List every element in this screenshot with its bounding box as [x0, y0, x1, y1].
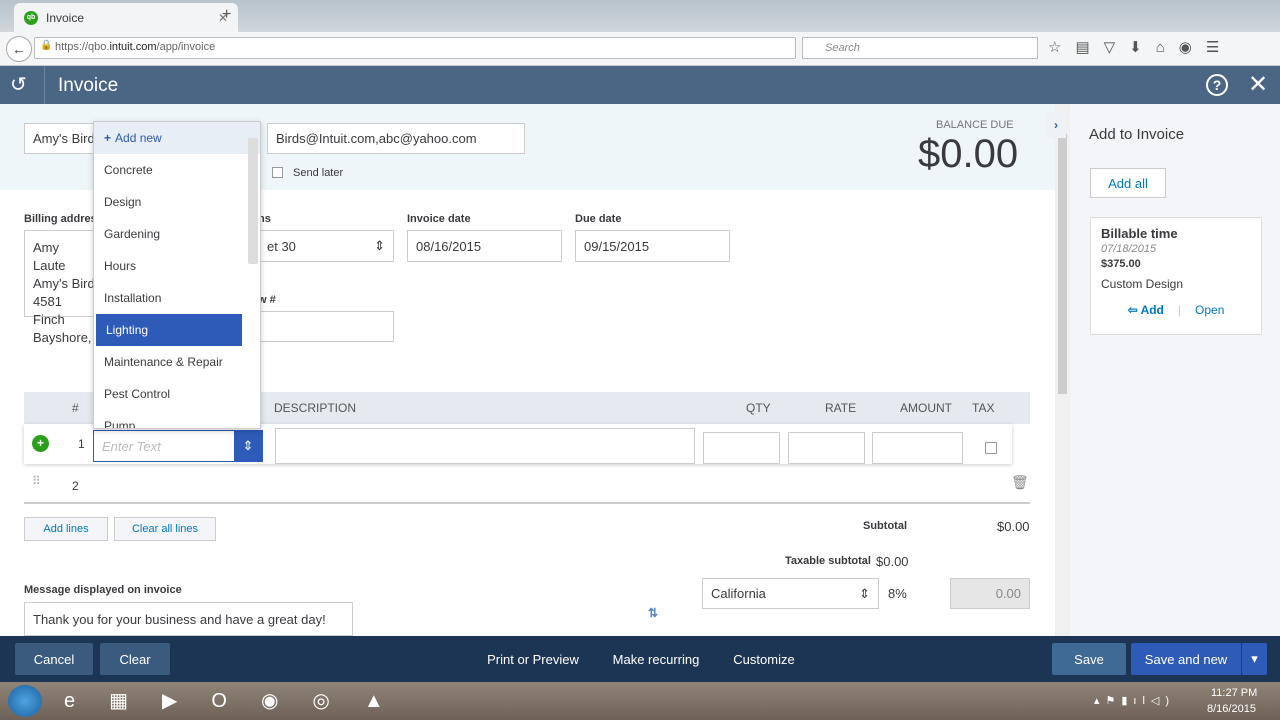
- print-preview-button[interactable]: Print or Preview: [478, 643, 588, 675]
- tax-rate-select[interactable]: California ⇕: [702, 578, 879, 609]
- help-icon[interactable]: ?: [1206, 74, 1228, 96]
- add-lines-button[interactable]: Add lines: [24, 517, 108, 541]
- clear-lines-button[interactable]: Clear all lines: [114, 517, 216, 541]
- windows-taskbar: e▦▶O◉◎▲ ▴⚑▮ıl◁) 11:27 PM 8/16/2015: [0, 682, 1280, 720]
- start-button[interactable]: [8, 685, 42, 717]
- add-new-option[interactable]: + Add new: [94, 122, 260, 154]
- add-all-button[interactable]: Add all: [1090, 168, 1166, 198]
- description-field[interactable]: [275, 428, 695, 464]
- collapse-panel-icon[interactable]: ›: [1046, 112, 1066, 138]
- app-header: ↺ Invoice ? ✕: [0, 66, 1280, 104]
- drag-handle-icon[interactable]: ⠿: [32, 474, 41, 488]
- lock-icon: 🔒: [40, 40, 53, 51]
- browser-icons: ☆▤▽⬇⌂◉☰: [1048, 39, 1234, 56]
- dropdown-option[interactable]: Pest Control: [94, 378, 260, 410]
- table-row[interactable]: + 1 Enter Text ⇕: [24, 424, 1012, 464]
- dropdown-option[interactable]: Concrete: [94, 154, 260, 186]
- cancel-button[interactable]: Cancel: [15, 643, 93, 675]
- dropdown-option[interactable]: Maintenance & Repair: [94, 346, 260, 378]
- dropdown-option[interactable]: Hours: [94, 250, 260, 282]
- message-field[interactable]: Thank you for your business and have a g…: [24, 602, 353, 636]
- browser-tab[interactable]: qb Invoice ✕: [14, 3, 238, 32]
- new-tab-icon[interactable]: +: [222, 6, 231, 24]
- taskbar-apps[interactable]: e▦▶O◉◎▲: [64, 688, 418, 713]
- po-field[interactable]: [258, 311, 394, 342]
- product-dropdown[interactable]: + Add new Concrete Design Gardening Hours…: [93, 121, 261, 429]
- recent-icon[interactable]: ↺: [10, 72, 27, 97]
- customize-button[interactable]: Customize: [724, 643, 804, 675]
- browser-search[interactable]: Search: [802, 37, 1038, 59]
- make-recurring-button[interactable]: Make recurring: [604, 643, 708, 675]
- terms-select[interactable]: et 30 ⇕: [258, 230, 394, 262]
- add-to-invoice-panel: Add to Invoice Add all Billable time 07/…: [1070, 104, 1280, 636]
- delete-icon[interactable]: 🗑: [1011, 474, 1029, 491]
- dropdown-option[interactable]: Pump: [94, 410, 260, 428]
- clear-button[interactable]: Clear: [100, 643, 170, 675]
- save-and-new-button[interactable]: Save and new: [1131, 643, 1241, 675]
- invoice-date-field[interactable]: 08/16/2015: [407, 230, 562, 262]
- email-field[interactable]: Birds@Intuit.com,abc@yahoo.com: [267, 123, 525, 154]
- rate-field[interactable]: [788, 432, 865, 464]
- save-options-dropdown[interactable]: ▾: [1241, 643, 1267, 675]
- quickbooks-icon: qb: [24, 10, 38, 25]
- add-billable-button[interactable]: ⇦ Add: [1128, 303, 1164, 317]
- dropdown-option-selected[interactable]: Lighting: [96, 314, 242, 346]
- dropdown-option[interactable]: Design: [94, 186, 260, 218]
- dropdown-scrollbar[interactable]: [248, 138, 258, 264]
- amount-field[interactable]: [872, 432, 963, 464]
- main-scrollbar[interactable]: [1055, 104, 1070, 636]
- footer-bar: Cancel Clear Print or Preview Make recur…: [0, 636, 1280, 682]
- billable-time-card: Billable time 07/18/2015 $375.00 Custom …: [1090, 217, 1262, 335]
- product-field[interactable]: Enter Text ⇕: [93, 430, 263, 462]
- due-date-field[interactable]: 09/15/2015: [575, 230, 730, 262]
- close-icon[interactable]: ✕: [1248, 70, 1268, 99]
- browser-tab-bar: qb Invoice ✕ +: [0, 0, 1280, 32]
- tax-checkbox[interactable]: [985, 442, 997, 454]
- back-icon[interactable]: ←: [6, 36, 32, 62]
- save-button[interactable]: Save: [1052, 643, 1126, 675]
- table-row[interactable]: ⠿ 2 🗑: [24, 464, 1030, 504]
- open-billable-link[interactable]: Open: [1195, 303, 1224, 317]
- balance-amount: $0.00: [918, 132, 1019, 176]
- tax-amount: 0.00: [950, 578, 1030, 609]
- qty-field[interactable]: [703, 432, 780, 464]
- tray-icons: ▴⚑▮ıl◁): [1094, 695, 1176, 707]
- dropdown-option[interactable]: Gardening: [94, 218, 260, 250]
- dropdown-option[interactable]: Installation: [94, 282, 260, 314]
- page-title: Invoice: [58, 75, 119, 96]
- url-bar[interactable]: https://qbo.intuit.com/app/invoice: [34, 37, 796, 59]
- add-line-icon[interactable]: +: [32, 435, 49, 452]
- send-later-checkbox[interactable]: [272, 167, 283, 178]
- sort-icon[interactable]: ⇅: [648, 606, 658, 620]
- billing-address[interactable]: Amy Laute Amy's Bird 4581 Finch Bayshore,: [24, 230, 104, 345]
